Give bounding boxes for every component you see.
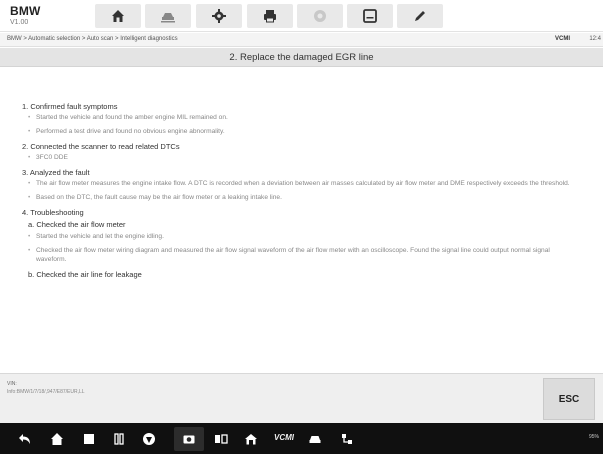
system-nav-bar: VCMI 95% xyxy=(0,423,603,454)
list-item: The air flow meter measures the engine i… xyxy=(22,179,582,188)
recent-apps-button[interactable] xyxy=(80,430,98,447)
recent-apps-icon xyxy=(84,433,94,444)
multiwindow-button[interactable] xyxy=(110,430,128,447)
network-icon xyxy=(342,433,352,444)
home-button[interactable] xyxy=(95,4,141,28)
status-indicators: 95% xyxy=(588,434,599,440)
list-item: Checked the air flow meter wiring diagra… xyxy=(22,246,582,264)
vcmi-indicator[interactable]: VCMI xyxy=(274,433,294,442)
clock: 12:4 xyxy=(589,36,601,42)
print-button[interactable] xyxy=(247,4,293,28)
breadcrumb: BMW > Automatic selection > Auto scan > … xyxy=(7,36,178,42)
screen-record-icon xyxy=(215,433,228,444)
pen-icon xyxy=(415,11,425,21)
list-item: Performed a test drive and found no obvi… xyxy=(22,127,582,136)
square-icon xyxy=(114,432,124,445)
vehicle-menu-button[interactable] xyxy=(145,4,191,28)
list-item: Started the vehicle and found the amber … xyxy=(22,113,582,122)
home-icon xyxy=(51,432,63,445)
list-item: Started the vehicle and let the engine i… xyxy=(22,232,582,241)
home-nav-button[interactable] xyxy=(48,430,66,447)
help-button[interactable] xyxy=(297,4,343,28)
app-version: V1.00 xyxy=(10,19,29,26)
screenshot-button[interactable] xyxy=(174,427,204,451)
subsection-heading: b. Checked the air line for leakage xyxy=(28,270,142,279)
gear-icon xyxy=(212,9,226,23)
home-icon xyxy=(112,10,124,22)
browser-button[interactable] xyxy=(140,430,158,447)
settings-button[interactable] xyxy=(196,4,242,28)
screen-record-button[interactable] xyxy=(212,430,230,447)
save-icon xyxy=(363,9,377,23)
content-panel[interactable]: 1. Confirmed fault symptoms Started the … xyxy=(0,68,603,372)
list-item: Based on the DTC, the fault cause may be… xyxy=(22,193,582,202)
title-bar: 2. Replace the damaged EGR line xyxy=(0,48,603,67)
section-heading: 2. Connected the scanner to read related… xyxy=(22,142,180,151)
help-icon xyxy=(314,10,326,22)
vci-status: VCMI xyxy=(555,36,570,42)
back-button[interactable] xyxy=(16,430,34,447)
page-title: 2. Replace the damaged EGR line xyxy=(229,51,374,63)
car-lift-icon xyxy=(161,13,175,23)
vehicle-button[interactable] xyxy=(306,430,324,447)
car-icon xyxy=(309,435,321,443)
printer-icon xyxy=(264,10,276,23)
app-title: BMW xyxy=(10,4,41,18)
back-icon xyxy=(19,433,30,444)
vin-label: VIN: xyxy=(7,381,17,387)
edit-button[interactable] xyxy=(397,4,443,28)
top-toolbar: BMW V1.00 xyxy=(0,0,603,32)
subsection-heading: a. Checked the air flow meter xyxy=(28,220,126,229)
network-button[interactable] xyxy=(338,430,356,447)
garage-button[interactable] xyxy=(242,430,260,447)
breadcrumb-bar: BMW > Automatic selection > Auto scan > … xyxy=(0,33,603,47)
section-heading: 1. Confirmed fault symptoms xyxy=(22,102,118,111)
section-heading: 4. Troubleshooting xyxy=(22,208,84,217)
vehicle-info: Info:BMW/1/7/18/,947/E87/EUR,LL xyxy=(7,389,85,395)
list-item: 3FC0 DDE xyxy=(22,153,582,162)
vehicle-info-bar: VIN: Info:BMW/1/7/18/,947/E87/EUR,LL ESC xyxy=(0,373,603,423)
esc-button[interactable]: ESC xyxy=(543,378,595,420)
garage-home-icon xyxy=(245,433,257,444)
camera-icon xyxy=(183,435,195,444)
browser-icon xyxy=(143,432,155,445)
section-heading: 3. Analyzed the fault xyxy=(22,168,90,177)
save-button[interactable] xyxy=(347,4,393,28)
